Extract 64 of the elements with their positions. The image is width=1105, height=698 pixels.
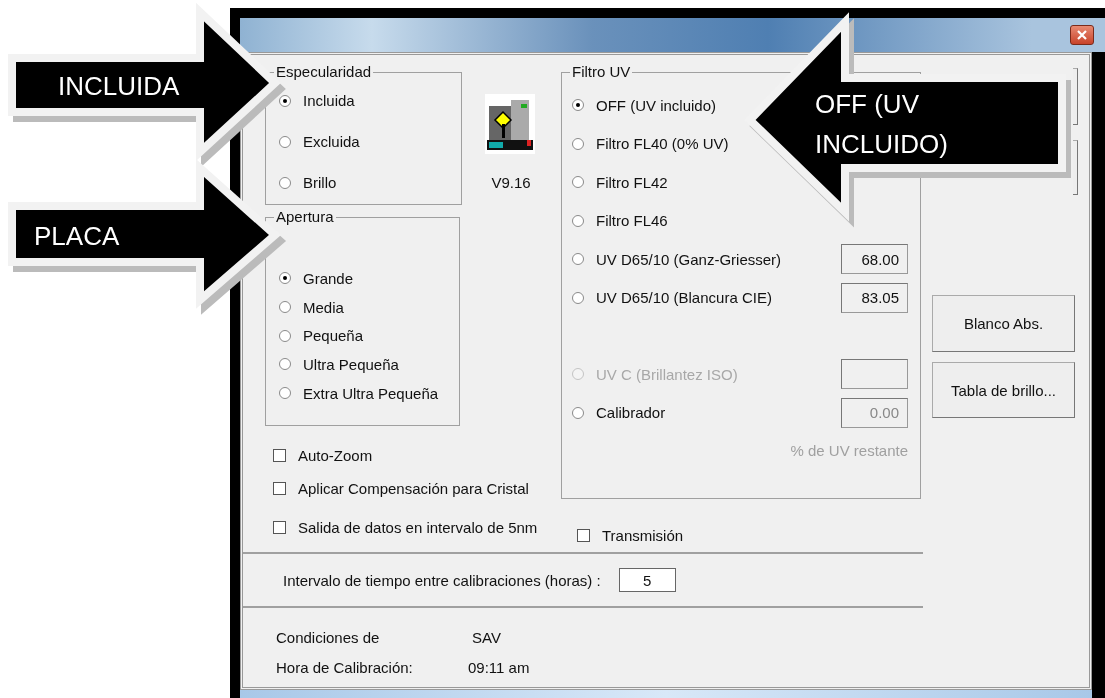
option-label: Incluida — [303, 92, 355, 109]
radio-button[interactable] — [279, 176, 291, 189]
option-label: Filtro FL40 (0% UV) — [596, 135, 729, 153]
checkbox-label: Auto-Zoom — [298, 447, 373, 464]
value-field: 68.00 — [841, 244, 908, 275]
checkbox[interactable] — [577, 529, 590, 542]
callout-label: PLACA — [34, 220, 121, 253]
option-label: Calibrador — [596, 404, 666, 422]
version-label: V9.16 — [491, 174, 531, 191]
option-label: Filtro FL42 — [596, 173, 668, 191]
option-label: Excluida — [303, 133, 360, 150]
button-edge[interactable] — [1073, 68, 1078, 125]
radio-button[interactable] — [279, 387, 291, 400]
radio-button[interactable] — [572, 99, 584, 112]
radio-button[interactable] — [279, 272, 291, 285]
group-title: Apertura — [274, 209, 336, 225]
value-field: 0.00 — [841, 397, 908, 428]
radio-button[interactable] — [279, 135, 291, 148]
action-button[interactable]: Blanco Abs. — [932, 295, 1075, 352]
callout-label: INCLUIDA — [58, 70, 181, 103]
radio-button[interactable] — [572, 253, 584, 266]
close-icon — [1077, 30, 1087, 40]
button-edge[interactable] — [1073, 140, 1078, 195]
radio-button[interactable] — [279, 94, 291, 107]
option-label: Brillo — [303, 174, 337, 191]
option-label: Filtro FL46 — [596, 212, 668, 230]
checkbox-label: Transmisión — [602, 527, 684, 544]
radio-button[interactable] — [279, 329, 291, 342]
checkbox[interactable] — [273, 482, 286, 495]
option-label: Grande — [303, 269, 354, 287]
callout-label: OFF (UV INCLUIDO) — [815, 88, 949, 161]
option-label: Ultra Pequeña — [303, 355, 399, 373]
checkbox[interactable] — [273, 521, 286, 534]
info-value: 09:11 am — [468, 658, 530, 676]
instrument-icon — [485, 94, 535, 154]
radio-button[interactable] — [572, 291, 584, 304]
info-label: Condiciones de — [276, 628, 381, 646]
caption-text: % de UV restante — [789, 442, 909, 459]
interval-field[interactable]: 5 — [618, 568, 676, 592]
option-label: Extra Ultra Pequeña — [303, 384, 439, 402]
radio-button[interactable] — [279, 301, 291, 314]
radio-button[interactable] — [572, 406, 584, 419]
option-label: UV D65/10 (Ganz-Griesser) — [596, 250, 782, 268]
option-label: OFF (UV incluido) — [596, 96, 717, 114]
close-button[interactable] — [1070, 25, 1094, 45]
value-field — [841, 359, 908, 390]
group-title: Especularidad — [274, 64, 374, 80]
info-value: SAV — [472, 628, 501, 646]
checkbox-label: Aplicar Compensación para Cristal — [298, 480, 529, 497]
radio-button[interactable] — [572, 214, 584, 227]
radio-button[interactable] — [572, 137, 584, 150]
option-label: UV D65/10 (Blancura CIE) — [596, 289, 772, 307]
option-label: UV C (Brillantez ISO) — [596, 365, 738, 383]
value-field: 83.05 — [841, 282, 908, 313]
action-button[interactable]: Tabla de brillo... — [932, 362, 1075, 418]
checkbox[interactable] — [273, 449, 286, 462]
radio-button[interactable] — [279, 358, 291, 371]
radio-button[interactable] — [572, 176, 584, 189]
option-label: Pequeña — [303, 327, 364, 345]
interval-label: Intervalo de tiempo entre calibraciones (horas) : — [283, 571, 601, 589]
info-label: Hora de Calibración: — [276, 658, 414, 676]
option-label: Media — [303, 298, 344, 316]
checkbox-label: Salida de datos en intervalo de 5nm — [298, 519, 538, 536]
group-title: Filtro UV — [570, 64, 633, 80]
